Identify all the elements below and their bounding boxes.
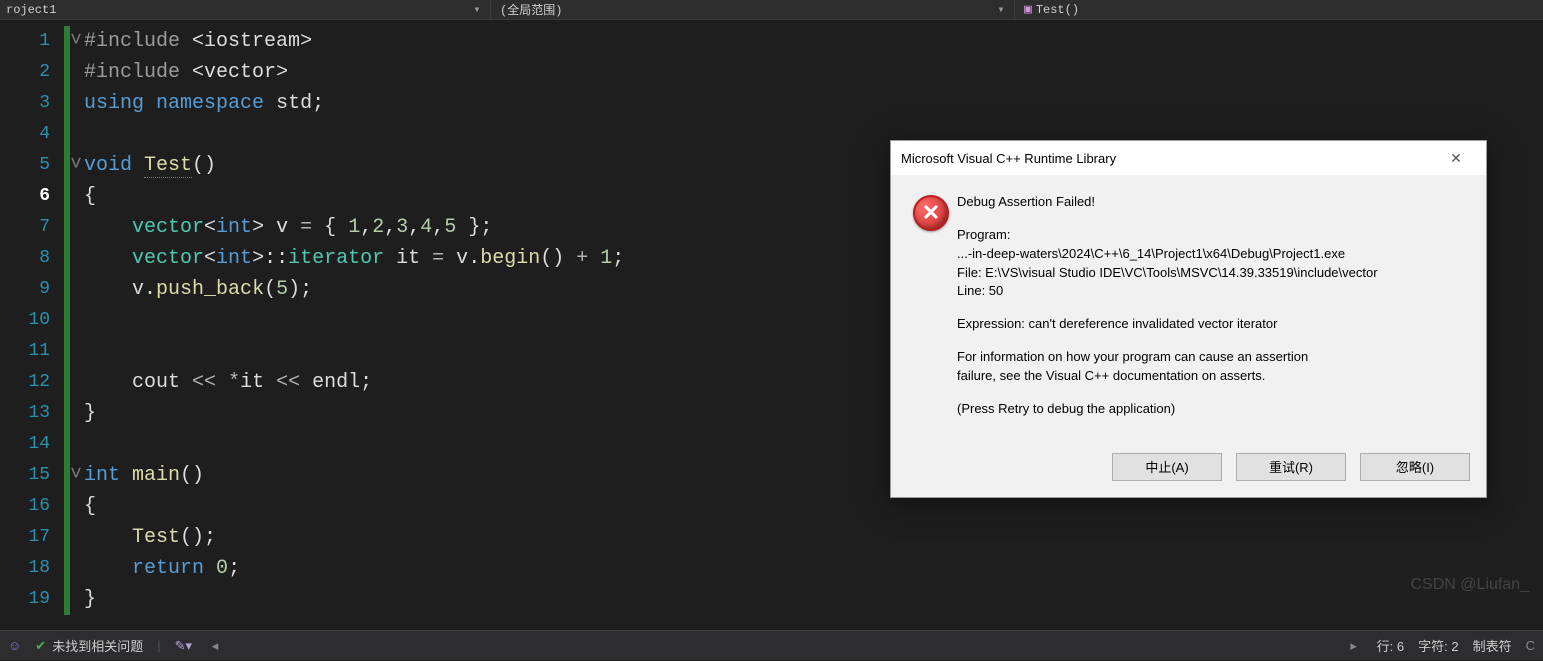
feedback-icon[interactable]: ☺	[8, 638, 21, 653]
line-number: 1	[0, 26, 64, 57]
line-number: 12	[0, 367, 64, 398]
code-line[interactable]: {	[70, 491, 624, 522]
abort-button[interactable]: 中止(A)	[1112, 453, 1222, 481]
dialog-title: Microsoft Visual C++ Runtime Library	[901, 151, 1436, 166]
code-line[interactable]	[70, 305, 624, 336]
scope-dropdown[interactable]: (全局范围) ▾	[494, 0, 1014, 19]
scope-label: (全局范围)	[500, 1, 562, 18]
line-number: 9	[0, 274, 64, 305]
code-line[interactable]: }	[70, 398, 624, 429]
line-number: 5	[0, 150, 64, 181]
ignore-button[interactable]: 忽略(I)	[1360, 453, 1470, 481]
line-number: 6	[0, 181, 64, 212]
code-area[interactable]: ˅#include <iostream> #include <vector> u…	[70, 20, 624, 630]
line-number: 15	[0, 460, 64, 491]
line-number-gutter: 12345678910111213141516171819	[0, 20, 64, 630]
retry-button[interactable]: 重试(R)	[1236, 453, 1346, 481]
line-number: 7	[0, 212, 64, 243]
line-number: 16	[0, 491, 64, 522]
chevron-down-icon: ▾	[470, 2, 484, 17]
dialog-message: Debug Assertion Failed! Program: ...-in-…	[957, 193, 1464, 433]
code-line[interactable]: ˅void Test()	[70, 150, 624, 181]
status-extra: C	[1526, 638, 1535, 653]
indent-mode[interactable]: 制表符	[1473, 636, 1512, 655]
dialog-heading: Debug Assertion Failed!	[957, 193, 1464, 212]
chevron-down-icon: ▾	[994, 2, 1008, 17]
scroll-right-icon[interactable]: ▸	[1345, 638, 1363, 654]
project-name: roject1	[6, 3, 56, 17]
line-number: 13	[0, 398, 64, 429]
code-line[interactable]: v.push_back(5);	[70, 274, 624, 305]
runtime-error-dialog: Microsoft Visual C++ Runtime Library ✕ ✕…	[890, 140, 1487, 498]
project-dropdown[interactable]: roject1 ▾	[0, 0, 490, 19]
line-number: 2	[0, 57, 64, 88]
code-line[interactable]	[70, 119, 624, 150]
function-dropdown[interactable]: ▣ Test()	[1018, 0, 1543, 19]
scroll-left-icon[interactable]: ◂	[206, 638, 224, 654]
code-line[interactable]: vector<int> v = { 1,2,3,4,5 };	[70, 212, 624, 243]
cursor-col: 字符: 2	[1418, 636, 1458, 655]
line-number: 14	[0, 429, 64, 460]
code-line[interactable]: vector<int>::iterator it = v.begin() + 1…	[70, 243, 624, 274]
code-line[interactable]: {	[70, 181, 624, 212]
breadcrumb-bar: roject1 ▾ (全局范围) ▾ ▣ Test()	[0, 0, 1543, 20]
code-line[interactable]	[70, 429, 624, 460]
code-line[interactable]: ˅#include <iostream>	[70, 26, 624, 57]
code-line[interactable]: #include <vector>	[70, 57, 624, 88]
error-icon: ✕	[913, 193, 957, 433]
line-number: 18	[0, 553, 64, 584]
dialog-titlebar[interactable]: Microsoft Visual C++ Runtime Library ✕	[891, 141, 1486, 175]
line-number: 17	[0, 522, 64, 553]
code-line[interactable]	[70, 336, 624, 367]
cursor-line: 行: 6	[1377, 636, 1404, 655]
check-icon: ✔	[35, 638, 46, 654]
line-number: 3	[0, 88, 64, 119]
brush-icon[interactable]: ✎▾	[175, 638, 192, 654]
line-number: 4	[0, 119, 64, 150]
code-line[interactable]: using namespace std;	[70, 88, 624, 119]
watermark: CSDN @Liufan_	[1410, 576, 1529, 594]
code-line[interactable]: ˅int main()	[70, 460, 624, 491]
code-line[interactable]: Test();	[70, 522, 624, 553]
function-name: Test()	[1036, 3, 1079, 17]
method-icon: ▣	[1024, 2, 1032, 17]
problems-text: 未找到相关问题	[52, 636, 143, 655]
code-editor[interactable]: 12345678910111213141516171819 ˅#include …	[0, 20, 1543, 630]
problems-chip[interactable]: ✔ 未找到相关问题	[35, 636, 143, 655]
line-number: 10	[0, 305, 64, 336]
code-line[interactable]: cout << *it << endl;	[70, 367, 624, 398]
close-icon[interactable]: ✕	[1436, 150, 1476, 167]
line-number: 11	[0, 336, 64, 367]
line-number: 8	[0, 243, 64, 274]
line-number: 19	[0, 584, 64, 615]
code-line[interactable]: return 0;	[70, 553, 624, 584]
status-bar: ☺ ✔ 未找到相关问题 | ✎▾ ◂ ▸ 行: 6 字符: 2 制表符 C	[0, 630, 1543, 660]
code-line[interactable]: }	[70, 584, 624, 615]
